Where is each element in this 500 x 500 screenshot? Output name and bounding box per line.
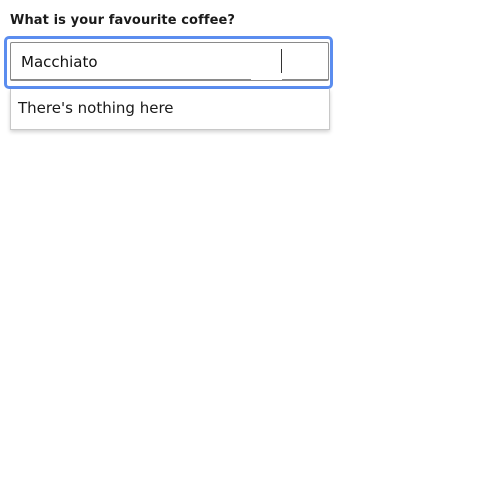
combobox[interactable] [10,42,329,81]
suggestion-listbox: There's nothing here [10,89,330,130]
input-underline [11,79,251,80]
coffee-input[interactable] [11,43,251,80]
field-label: What is your favourite coffee? [10,13,236,28]
listbox-empty-message: There's nothing here [18,99,174,117]
listbox-toggle-button[interactable] [282,43,328,80]
toggle-underline [282,79,329,80]
combobox-focus-ring [4,36,333,89]
